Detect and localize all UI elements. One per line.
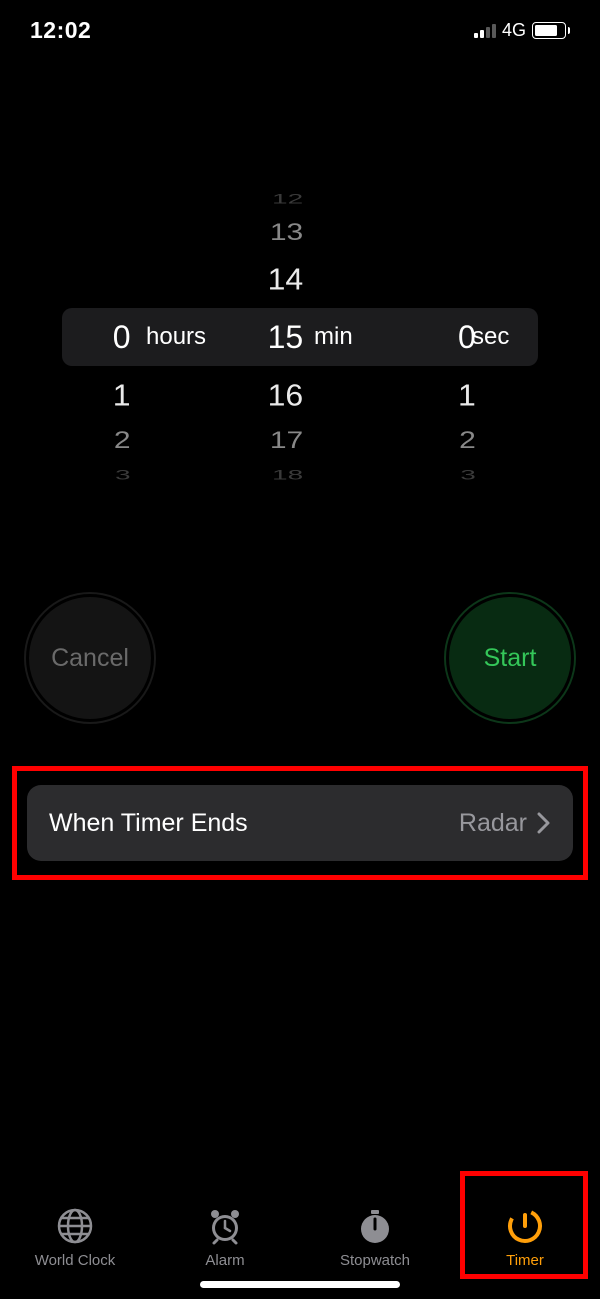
picker-option: 3 [379, 461, 538, 490]
seconds-value: 0 [379, 308, 538, 366]
seconds-unit-label: sec [472, 308, 509, 366]
status-indicators: 4G [474, 20, 570, 41]
tab-label: Alarm [205, 1252, 244, 1269]
picker-option: 1 [62, 367, 221, 423]
tab-stopwatch[interactable]: Stopwatch [300, 1171, 450, 1269]
minutes-value: 15 [221, 308, 380, 366]
when-timer-ends-value: Radar [459, 809, 527, 838]
when-timer-ends-row[interactable]: When Timer Ends Radar [27, 785, 573, 861]
tab-alarm[interactable]: Alarm [150, 1171, 300, 1269]
picker-option: 17 [221, 418, 380, 464]
picker-option: 3 [62, 461, 221, 490]
status-time: 12:02 [30, 17, 91, 44]
tab-label: Stopwatch [340, 1252, 410, 1269]
battery-icon [532, 22, 570, 39]
highlight-box-timer-tab [460, 1171, 588, 1279]
seconds-wheel[interactable]: 0 1 2 3 [379, 120, 538, 540]
minutes-unit-label: min [314, 308, 353, 366]
minutes-wheel[interactable]: 12 13 14 15 16 17 18 [221, 120, 380, 540]
cellular-signal-icon [474, 22, 496, 38]
cancel-button[interactable]: Cancel [26, 594, 154, 722]
network-label: 4G [502, 20, 526, 41]
stopwatch-icon [355, 1206, 395, 1246]
hours-unit-label: hours [146, 308, 206, 366]
chevron-right-icon [537, 812, 551, 834]
start-button[interactable]: Start [446, 594, 574, 722]
status-bar: 12:02 4G [0, 0, 600, 60]
picker-option: 18 [221, 461, 380, 490]
start-button-label: Start [484, 644, 537, 673]
picker-option: 2 [62, 418, 221, 464]
picker-option: 13 [221, 210, 380, 256]
tab-world-clock[interactable]: World Clock [0, 1171, 150, 1269]
duration-picker[interactable]: 0 1 2 3 12 13 14 15 16 17 18 0 1 2 3 hou… [0, 120, 600, 540]
alarm-clock-icon [205, 1206, 245, 1246]
picker-option: 16 [221, 367, 380, 423]
tab-bar: World Clock Alarm Stopwatch Timer [0, 1171, 600, 1299]
highlight-box-ends-row: When Timer Ends Radar [12, 766, 588, 880]
picker-option: 1 [379, 367, 538, 423]
tab-label: World Clock [35, 1252, 116, 1269]
home-indicator[interactable] [200, 1281, 400, 1288]
picker-option: 14 [221, 251, 380, 307]
when-timer-ends-label: When Timer Ends [49, 809, 248, 838]
globe-icon [55, 1206, 95, 1246]
picker-option: 2 [379, 418, 538, 464]
cancel-button-label: Cancel [51, 644, 129, 673]
